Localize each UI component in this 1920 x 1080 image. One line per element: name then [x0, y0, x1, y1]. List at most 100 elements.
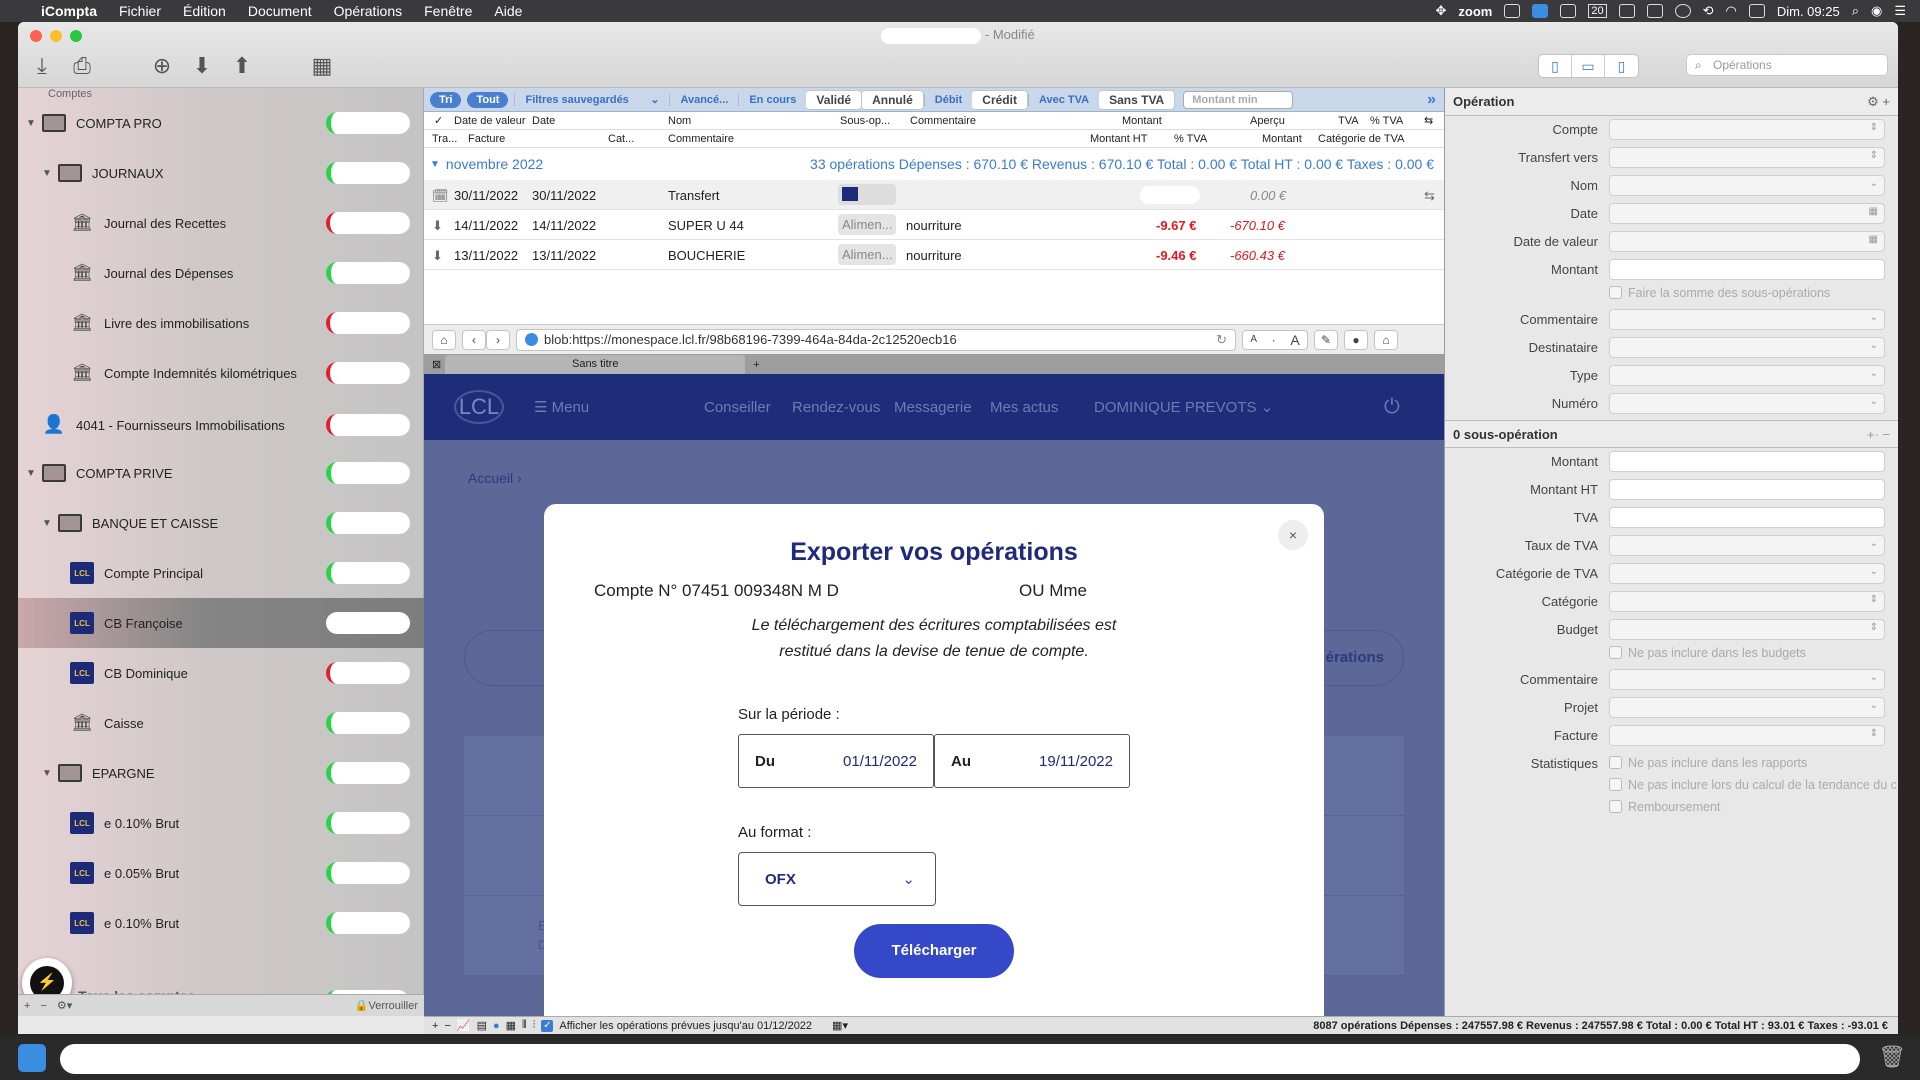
col-transfert[interactable]: Tra...	[432, 133, 457, 145]
table-options-icon[interactable]: ▦▾	[832, 1019, 848, 1032]
field-input[interactable]	[1609, 259, 1885, 280]
tab-close-icon[interactable]: ⊠	[424, 358, 445, 374]
operations-search-input[interactable]: Opérations	[1686, 54, 1888, 76]
teamviewer-icon[interactable]	[1532, 4, 1549, 18]
field-input[interactable]	[1609, 365, 1885, 386]
menu-edition[interactable]: Édition	[172, 3, 237, 19]
bottom-panel-toggle-icon[interactable]: ▭	[1572, 55, 1605, 77]
sidebar-account[interactable]: ▼ COMPTA PRIVE	[18, 448, 424, 498]
filter-advanced[interactable]: Avancé...	[669, 93, 738, 106]
col-pct-tva[interactable]: % TVA	[1370, 115, 1403, 127]
stats-checkbox[interactable]: Ne pas inclure dans les rapports	[1609, 756, 1807, 770]
disclosure-triangle-icon[interactable]: ▼	[42, 168, 54, 179]
notification-center-icon[interactable]: ☰	[1894, 3, 1906, 19]
transfer-icon[interactable]: ⇆	[1424, 114, 1433, 127]
col-date[interactable]: Date	[532, 115, 555, 127]
add-operation-icon[interactable]: +	[432, 1020, 438, 1032]
sidebar-account[interactable]: LCL e 0.10% Brut	[18, 798, 424, 848]
creative-cloud-icon[interactable]	[1560, 4, 1577, 18]
menu-fichier[interactable]: Fichier	[108, 3, 172, 19]
pencil-icon[interactable]: ✎	[1314, 329, 1338, 350]
airplay-icon[interactable]	[1748, 4, 1765, 18]
siri-icon[interactable]: ◉	[1871, 3, 1882, 19]
sidebar-account[interactable]: 🏛 Compte Indemnités kilométriques	[18, 348, 424, 398]
print-icon[interactable]: ⎙	[68, 52, 96, 80]
sidebar-account[interactable]: ▼ COMPTA PRO	[18, 98, 424, 148]
dropbox-icon[interactable]: ✥	[1435, 3, 1446, 19]
spotlight-icon[interactable]: ⌕	[1852, 3, 1859, 19]
operation-row[interactable]: ⬇ 13/11/2022 13/11/2022 BOUCHERIE Alimen... n…	[424, 240, 1444, 270]
lcl-menu-button[interactable]: ☰ Menu	[534, 398, 589, 416]
filter-en-cours[interactable]: En cours	[738, 93, 806, 106]
sidebar-account[interactable]: LCL Compte Principal	[18, 548, 424, 598]
trash-icon[interactable]: 🗑	[1878, 1044, 1906, 1070]
amount-min-input[interactable]: Montant min	[1183, 90, 1294, 109]
app-menu[interactable]: iCompta	[30, 3, 108, 19]
disclosure-triangle-icon[interactable]: ▼	[26, 118, 38, 129]
field-input[interactable]	[1609, 147, 1885, 168]
forward-icon[interactable]: ›	[486, 329, 510, 350]
sync-icon[interactable]	[1504, 4, 1521, 18]
time-machine-icon[interactable]: ⟲	[1703, 3, 1714, 19]
col-commentaire-2[interactable]: Commentaire	[668, 133, 734, 145]
operation-row[interactable]: ⬇ 14/11/2022 14/11/2022 SUPER U 44 Alimen...…	[424, 210, 1444, 240]
menu-document[interactable]: Document	[237, 3, 323, 19]
calendar-icon[interactable]: 20	[1588, 4, 1607, 18]
zoom-status[interactable]: zoom	[1458, 4, 1492, 19]
download-button[interactable]: Télécharger	[854, 924, 1014, 978]
lcl-logo[interactable]: LCL	[454, 390, 504, 424]
field-input[interactable]	[1609, 231, 1885, 252]
globe-icon[interactable]: ●	[493, 1020, 500, 1032]
filter-annule[interactable]: Annulé	[862, 89, 924, 110]
col-montant-tva[interactable]: Montant	[1262, 133, 1302, 145]
left-sidebar-toggle-icon[interactable]: ▯	[1539, 55, 1572, 77]
field-input[interactable]	[1609, 479, 1885, 500]
back-icon[interactable]: ‹	[462, 329, 486, 350]
lock-button[interactable]: 🔒Verrouiller	[355, 999, 418, 1012]
display-icon[interactable]	[1646, 4, 1663, 18]
chart-icon[interactable]: 📈	[457, 1019, 471, 1032]
app-icon[interactable]	[1618, 4, 1635, 18]
field-input[interactable]	[1609, 697, 1885, 718]
download-circle-icon[interactable]: ⊕	[148, 52, 176, 80]
date-from-field[interactable]: Du 01/11/2022	[738, 734, 934, 788]
field-input[interactable]	[1609, 619, 1885, 640]
filter-debit[interactable]: Débit	[923, 93, 973, 106]
accessibility-icon[interactable]	[1674, 4, 1691, 18]
new-tab-icon[interactable]: +	[745, 359, 767, 374]
field-input[interactable]	[1609, 507, 1885, 528]
operation-row[interactable]: 🗓 30/11/2022 30/11/2022 Transfert 0.00 € ⇆	[424, 180, 1444, 210]
sidebar-account[interactable]: 🏛 Journal des Dépenses	[18, 248, 424, 298]
font-smaller-button[interactable]: A	[1250, 334, 1257, 345]
sum-checkbox[interactable]: Faire la somme des sous-opérations	[1609, 286, 1830, 300]
disclosure-triangle-icon[interactable]: ▼	[26, 468, 38, 479]
clock[interactable]: Dim. 09:25	[1777, 4, 1840, 19]
field-input[interactable]	[1609, 725, 1885, 746]
filter-tri[interactable]: Tri	[430, 91, 462, 108]
field-input[interactable]	[1609, 591, 1885, 612]
close-dialog-button[interactable]: ×	[1278, 520, 1308, 550]
field-input[interactable]	[1609, 203, 1885, 224]
field-input[interactable]	[1609, 451, 1885, 472]
sidebar-account[interactable]: LCL CB Françoise	[18, 598, 424, 648]
list-icon[interactable]: ▦	[506, 1019, 516, 1032]
reload-icon[interactable]: ↻	[1216, 332, 1227, 348]
remove-operation-icon[interactable]: −	[444, 1020, 450, 1032]
gear-add-icons[interactable]: ⚙ +	[1867, 94, 1890, 110]
arrow-up-icon[interactable]: ⬆	[228, 52, 256, 80]
sidebar-account[interactable]: 🏛 Livre des immobilisations	[18, 298, 424, 348]
record-icon[interactable]: ●	[1344, 329, 1368, 350]
breadcrumb[interactable]: Accueil ›	[468, 470, 522, 486]
lcl-user-menu[interactable]: DOMINIQUE PREVOTS ⌄	[1094, 398, 1273, 416]
field-input[interactable]	[1609, 535, 1885, 556]
col-commentaire[interactable]: Commentaire	[910, 115, 976, 127]
month-group-header[interactable]: ▼ novembre 2022 33 opérations Dépenses :…	[424, 148, 1444, 180]
col-date-valeur[interactable]: Date de valeur	[454, 115, 526, 127]
col-nom[interactable]: Nom	[668, 115, 691, 127]
field-input[interactable]	[1609, 563, 1885, 584]
stats-checkbox[interactable]: Remboursement	[1609, 800, 1720, 814]
tab-sans-titre[interactable]: Sans titre	[445, 355, 746, 374]
disclosure-triangle-icon[interactable]: ▼	[42, 518, 54, 529]
filter-tout[interactable]: Tout	[467, 91, 509, 108]
import-icon[interactable]: ⤓	[28, 52, 56, 80]
